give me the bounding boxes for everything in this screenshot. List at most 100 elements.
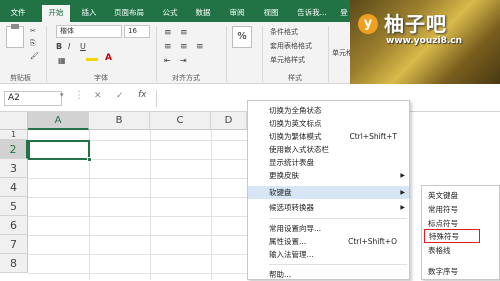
row-header-1[interactable]: 1: [0, 130, 28, 140]
font-color-icon[interactable]: A: [105, 53, 112, 63]
ribbon-divider: [156, 26, 157, 82]
row-header-4[interactable]: 4: [0, 178, 28, 197]
menu-item-embedded-status[interactable]: 使用嵌入式状态栏: [248, 143, 409, 156]
tab-home[interactable]: 开始: [42, 5, 70, 22]
align-right-icon[interactable]: ≡: [196, 42, 204, 52]
number-format-button[interactable]: %: [232, 26, 252, 48]
tab-formulas[interactable]: 公式: [158, 5, 182, 20]
gridline: [28, 178, 247, 179]
align-left-icon[interactable]: ≡: [164, 42, 172, 52]
fill-color-icon[interactable]: [86, 58, 98, 61]
menu-item-label: 常用设置向导...: [269, 224, 322, 233]
menu-item-candidate-converter[interactable]: 候选项转换器 ▶: [248, 201, 409, 214]
name-box[interactable]: A2: [4, 91, 62, 106]
paste-icon[interactable]: [6, 24, 24, 48]
confirm-icon[interactable]: ✓: [116, 91, 124, 101]
name-box-dropdown-icon[interactable]: ▾: [60, 91, 64, 99]
group-label-alignment: 对齐方式: [172, 74, 200, 82]
ribbon-divider: [226, 26, 227, 82]
tab-insert[interactable]: 插入: [76, 5, 102, 20]
underline-icon[interactable]: U: [80, 42, 86, 51]
cut-icon[interactable]: ✂: [30, 27, 36, 35]
ribbon-divider: [262, 26, 263, 82]
tab-data[interactable]: 数据: [190, 5, 216, 20]
menu-item-label: 帮助...: [269, 270, 292, 279]
menu-item-label: 属性设置...: [269, 237, 307, 246]
font-size-select[interactable]: 16: [124, 25, 150, 38]
tab-page-layout[interactable]: 页面布局: [110, 5, 148, 20]
menu-item-properties[interactable]: 属性设置... Ctrl+Shift+O: [248, 235, 409, 248]
indent-icon[interactable]: ⇤: [164, 56, 171, 65]
tab-tell-me[interactable]: 告诉我...: [290, 5, 334, 20]
select-all-corner[interactable]: [0, 112, 28, 130]
group-label-styles: 样式: [288, 74, 302, 82]
insert-function-icon[interactable]: fx: [138, 90, 147, 100]
menu-item-full-width[interactable]: 切换为全角状态: [248, 104, 409, 117]
row-header-3[interactable]: 3: [0, 159, 28, 178]
column-header-d[interactable]: D: [211, 112, 247, 130]
menu-item-label: 候选项转换器: [269, 203, 314, 212]
menu-separator: [269, 218, 407, 219]
table-format-button[interactable]: 套用表格格式: [270, 41, 312, 51]
ribbon-divider: [328, 26, 329, 82]
tab-sign-in[interactable]: 登: [338, 5, 350, 20]
cell-style-button[interactable]: 单元格样式: [270, 55, 305, 65]
fill-handle[interactable]: [87, 157, 92, 162]
brand-logo-icon: y: [358, 14, 378, 34]
active-cell-a2[interactable]: [28, 140, 90, 160]
row-header-7[interactable]: 7: [0, 235, 28, 254]
formula-input[interactable]: [156, 90, 248, 107]
row-header-8[interactable]: 8: [0, 254, 28, 273]
format-painter-icon[interactable]: 🖌: [30, 52, 39, 60]
conditional-format-button[interactable]: 条件格式: [270, 27, 298, 37]
menu-separator: [269, 264, 407, 265]
menu-item-label: 软键盘: [269, 188, 292, 197]
group-label-font: 字体: [94, 74, 108, 82]
italic-icon[interactable]: I: [68, 42, 70, 51]
outdent-icon[interactable]: ⇥: [180, 56, 187, 65]
submenu-item-number-serial[interactable]: 数字序号: [422, 265, 499, 278]
gridline: [28, 254, 247, 255]
column-header-b[interactable]: B: [89, 112, 150, 130]
column-header-a[interactable]: A: [28, 112, 89, 130]
menu-item-skin[interactable]: 更换皮肤 ▶: [248, 169, 409, 182]
cancel-icon[interactable]: ✕: [94, 91, 102, 101]
align-middle-icon[interactable]: ≡: [180, 28, 188, 38]
column-header-c[interactable]: C: [150, 112, 211, 130]
gridline: [28, 216, 247, 217]
menu-item-help[interactable]: 帮助...: [248, 268, 409, 281]
submenu-item-common-symbols[interactable]: 常用符号: [422, 203, 499, 216]
menu-item-ime-manager[interactable]: 输入法管理...: [248, 248, 409, 261]
tab-review[interactable]: 审阅: [224, 5, 250, 20]
tab-view[interactable]: 视图: [258, 5, 284, 20]
submenu-arrow-icon: ▶: [400, 172, 405, 179]
menu-item-soft-keyboard[interactable]: 软键盘 ▶: [248, 186, 409, 199]
align-top-icon[interactable]: ≡: [164, 28, 172, 38]
bold-icon[interactable]: B: [56, 42, 62, 51]
row-header-2[interactable]: 2: [0, 140, 28, 159]
gridline: [28, 197, 247, 198]
menu-item-label: 更换皮肤: [269, 171, 299, 180]
menu-item-setup-wizard[interactable]: 常用设置向导...: [248, 222, 409, 235]
submenu-item-table-lines[interactable]: 表格线: [422, 244, 499, 257]
more-icon: ⋮: [74, 90, 84, 101]
submenu-item-english-keyboard[interactable]: 英文键盘: [422, 189, 499, 202]
menu-item-traditional[interactable]: 切换为繁体模式 Ctrl+Shift+T: [248, 130, 409, 143]
gridline: [150, 130, 151, 280]
submenu-arrow-icon: ▶: [400, 204, 405, 211]
copy-icon[interactable]: ⎘: [30, 39, 36, 48]
gridline: [28, 235, 247, 236]
menu-item-label: 输入法管理...: [269, 250, 314, 259]
border-icon[interactable]: ▦: [58, 56, 66, 65]
menu-item-label: 切换为英文标点: [269, 119, 322, 128]
group-label-clipboard: 剪贴板: [10, 74, 31, 82]
tab-file[interactable]: 文件: [6, 5, 30, 20]
align-center-icon[interactable]: ≡: [180, 42, 188, 52]
row-header-6[interactable]: 6: [0, 216, 28, 235]
submenu-item-special-symbols[interactable]: 特殊符号: [424, 229, 480, 243]
menu-item-label: 切换为繁体模式: [269, 132, 322, 141]
menu-item-stats[interactable]: 显示统计表盘: [248, 156, 409, 169]
menu-item-english-punct[interactable]: 切换为英文标点: [248, 117, 409, 130]
row-header-5[interactable]: 5: [0, 197, 28, 216]
font-name-select[interactable]: 楷体: [56, 25, 122, 38]
